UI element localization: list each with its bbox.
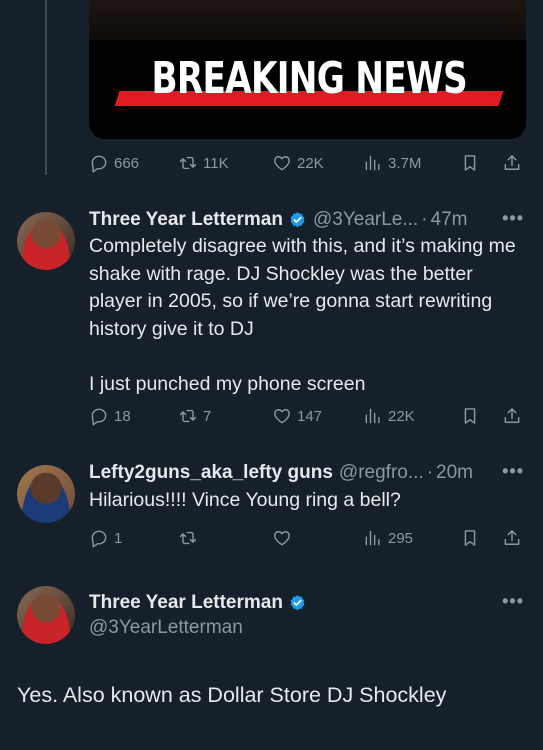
separator-dot: · xyxy=(426,462,434,483)
main-post-text: Yes. Also known as Dollar Store DJ Shock… xyxy=(17,683,447,707)
reply-header: Three Year Letterman @3YearLe... · 47m •… xyxy=(89,208,526,232)
user-handle[interactable]: @3YearLetterman xyxy=(89,617,243,639)
reply-button[interactable]: 1 xyxy=(89,528,178,548)
avatar[interactable] xyxy=(17,465,75,523)
repost-button[interactable] xyxy=(178,528,272,548)
reply-icon xyxy=(89,528,109,548)
separator-dot: · xyxy=(421,209,428,230)
reply-icon xyxy=(89,406,109,426)
views-button[interactable]: 3.7M xyxy=(363,153,460,173)
bookmark-button[interactable] xyxy=(460,528,502,548)
bookmark-icon xyxy=(460,406,480,426)
more-icon[interactable]: ••• xyxy=(502,591,524,612)
like-icon xyxy=(272,406,292,426)
share-button[interactable] xyxy=(502,406,522,426)
reply-icon xyxy=(89,153,109,173)
like-button[interactable]: 147 xyxy=(272,406,363,426)
bookmark-button[interactable] xyxy=(460,406,502,426)
like-icon xyxy=(272,153,292,173)
views-button[interactable]: 22K xyxy=(363,406,460,426)
views-icon xyxy=(363,153,383,173)
repost-count: 7 xyxy=(203,407,212,425)
share-icon xyxy=(502,153,522,173)
timestamp[interactable]: 47m xyxy=(431,209,468,231)
views-count: 295 xyxy=(388,529,414,547)
breaking-news-banner: BREAKING NEWS xyxy=(114,53,504,106)
repost-count: 11K xyxy=(203,154,229,172)
display-name[interactable]: Three Year Letterman xyxy=(89,592,283,614)
media-scene xyxy=(89,0,526,40)
reply-header: Lefty2guns_aka_lefty guns @regfro... · 2… xyxy=(89,461,526,485)
repost-button[interactable]: 11K xyxy=(178,153,272,173)
display-name[interactable]: Three Year Letterman xyxy=(89,209,283,231)
reply-text: Hilarious!!!! Vince Young ring a bell? xyxy=(89,489,401,511)
reply-button[interactable]: 666 xyxy=(89,153,178,173)
reply-button[interactable]: 18 xyxy=(89,406,178,426)
repost-icon xyxy=(178,153,198,173)
main-post-header: Three Year Letterman ••• xyxy=(89,591,526,615)
views-button[interactable]: 295 xyxy=(363,528,460,548)
like-button[interactable]: 22K xyxy=(272,153,363,173)
verified-icon xyxy=(288,211,307,230)
verified-icon xyxy=(288,594,307,613)
user-handle[interactable]: @regfro... xyxy=(339,462,424,484)
breaking-news-text: BREAKING NEWS xyxy=(151,52,467,104)
bookmark-icon xyxy=(460,528,480,548)
share-button[interactable] xyxy=(502,528,522,548)
thread-connector-line xyxy=(45,0,47,175)
repost-button[interactable]: 7 xyxy=(178,406,272,426)
reply-action-bar: 18 7 147 22K xyxy=(89,405,526,427)
avatar[interactable] xyxy=(17,212,75,270)
reply-text: Completely disagree with this, and it’s … xyxy=(89,235,516,395)
bookmark-button[interactable] xyxy=(460,153,502,173)
reply-count: 18 xyxy=(114,407,131,425)
views-count: 22K xyxy=(388,407,415,425)
repost-icon xyxy=(178,528,198,548)
avatar[interactable] xyxy=(17,586,75,644)
breaking-news-image[interactable]: BREAKING NEWS xyxy=(89,0,526,139)
like-count: 22K xyxy=(297,154,324,172)
views-icon xyxy=(363,406,383,426)
top-post-action-bar: 666 11K 22K 3.7M xyxy=(89,152,526,174)
more-icon[interactable]: ••• xyxy=(502,208,524,229)
reply-count: 1 xyxy=(114,529,123,547)
like-count: 147 xyxy=(297,407,323,425)
views-icon xyxy=(363,528,383,548)
bookmark-icon xyxy=(460,153,480,173)
share-button[interactable] xyxy=(502,153,522,173)
more-icon[interactable]: ••• xyxy=(502,461,524,482)
views-count: 3.7M xyxy=(388,154,422,172)
like-icon xyxy=(272,528,292,548)
share-icon xyxy=(502,406,522,426)
reply-action-bar: 1 295 xyxy=(89,527,526,549)
share-icon xyxy=(502,528,522,548)
like-button[interactable] xyxy=(272,528,363,548)
display-name[interactable]: Lefty2guns_aka_lefty guns xyxy=(89,462,333,484)
timestamp[interactable]: 20m xyxy=(436,462,473,484)
repost-icon xyxy=(178,406,198,426)
user-handle[interactable]: @3YearLe... xyxy=(313,209,418,231)
reply-count: 666 xyxy=(114,154,140,172)
